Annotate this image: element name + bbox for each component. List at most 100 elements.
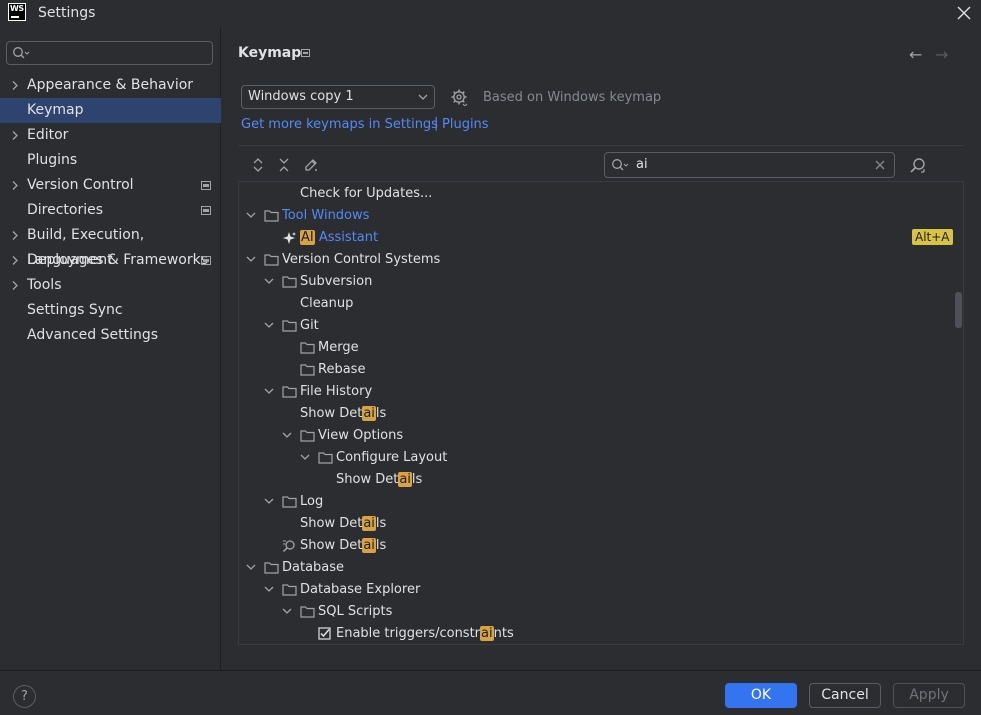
chevron-right-icon[interactable] — [10, 80, 20, 91]
cancel-button[interactable]: Cancel — [809, 683, 881, 708]
tree-row[interactable]: Merge — [239, 337, 963, 359]
tree-row-label: Tool Windows — [282, 208, 370, 223]
tree-row[interactable]: Show Details — [239, 469, 963, 491]
settings-sidebar: Appearance & Behavior Keymap Editor Plugins… — [0, 27, 221, 670]
chevron-down-icon[interactable] — [264, 584, 274, 594]
sidebar-item-settings-sync[interactable]: Settings Sync — [0, 298, 221, 323]
folder-icon — [264, 210, 279, 222]
folder-icon — [300, 606, 315, 618]
chevron-down-icon[interactable] — [264, 276, 274, 286]
search-match-highlight: ai — [362, 516, 376, 531]
checkbox-icon[interactable] — [318, 627, 331, 640]
tree-row-label: Cleanup — [300, 296, 354, 311]
tree-row[interactable]: Version Control Systems — [239, 249, 963, 271]
tree-row-label: AI Assistant — [300, 230, 379, 245]
ok-button[interactable]: OK — [725, 683, 797, 708]
tree-row[interactable]: Enable triggers/constraints — [239, 623, 963, 644]
sidebar-item-editor[interactable]: Editor — [0, 123, 221, 148]
sidebar-item-label: Version Control — [27, 177, 134, 193]
search-icon — [13, 47, 30, 59]
tree-row[interactable]: View Options — [239, 425, 963, 447]
tree-row[interactable]: Git — [239, 315, 963, 337]
clear-filter-icon[interactable] — [875, 160, 885, 170]
help-button[interactable]: ? — [13, 685, 36, 708]
chevron-right-icon[interactable] — [10, 255, 20, 266]
tree-row[interactable]: Cleanup — [239, 293, 963, 315]
keymap-select-value: Windows copy 1 — [248, 89, 354, 104]
chevron-down-icon[interactable] — [264, 320, 274, 330]
search-match-highlight: AI — [300, 230, 315, 245]
project-scope-icon — [301, 49, 310, 57]
chevron-down-icon[interactable] — [246, 210, 256, 220]
search-match-highlight: ai — [362, 538, 376, 553]
chevron-right-icon[interactable] — [10, 230, 20, 241]
sidebar-item-languages-frameworks[interactable]: Languages & Frameworks — [0, 248, 221, 273]
tree-row[interactable]: AI Assistant Alt+A — [239, 227, 963, 249]
keymap-select[interactable]: Windows copy 1 — [241, 85, 435, 109]
chevron-right-icon[interactable] — [10, 130, 20, 141]
chevron-down-icon — [418, 94, 428, 100]
chevron-down-icon[interactable] — [300, 452, 310, 462]
edit-pencil-icon[interactable] — [303, 157, 319, 173]
sidebar-item-keymap[interactable]: Keymap — [0, 98, 221, 123]
sidebar-item-appearance-behavior[interactable]: Appearance & Behavior — [0, 73, 221, 98]
tree-scrollbar[interactable] — [955, 292, 962, 328]
sidebar-item-plugins[interactable]: Plugins — [0, 148, 221, 173]
tree-row[interactable]: Configure Layout — [239, 447, 963, 469]
chevron-right-icon[interactable] — [10, 180, 20, 191]
tree-row[interactable]: File History — [239, 381, 963, 403]
tree-row[interactable]: Subversion — [239, 271, 963, 293]
apply-button[interactable]: Apply — [893, 683, 965, 708]
folder-icon — [264, 254, 279, 266]
chevron-right-icon[interactable] — [10, 280, 20, 291]
tree-row[interactable]: Database — [239, 557, 963, 579]
tree-row-label: Enable triggers/constraints — [336, 626, 514, 641]
tree-row-label: File History — [300, 384, 373, 399]
chevron-down-icon[interactable] — [246, 254, 256, 264]
sidebar-item-advanced-settings[interactable]: Advanced Settings — [0, 323, 221, 348]
page-title: Keymap — [238, 45, 302, 61]
keymap-filter-input[interactable]: ai — [604, 152, 895, 178]
tree-row[interactable]: Show Details — [239, 513, 963, 535]
chevron-down-icon[interactable] — [282, 430, 292, 440]
chevron-down-icon[interactable] — [264, 496, 274, 506]
sidebar-item-label: Languages & Frameworks — [27, 252, 208, 268]
tree-row[interactable]: Rebase — [239, 359, 963, 381]
chevron-down-icon[interactable] — [264, 386, 274, 396]
divider — [238, 145, 964, 146]
back-arrow-icon[interactable]: ← — [909, 45, 922, 64]
collapse-all-icon[interactable] — [276, 157, 292, 173]
sidebar-search-input[interactable] — [6, 41, 213, 65]
search-document-icon — [282, 540, 295, 553]
expand-all-icon[interactable] — [250, 157, 266, 173]
tree-row[interactable]: Show Details — [239, 403, 963, 425]
sidebar-item-tools[interactable]: Tools — [0, 273, 221, 298]
sidebar-item-label: Editor — [27, 127, 69, 143]
plugins-link[interactable]: Plugins — [442, 117, 489, 132]
tree-row[interactable]: Tool Windows — [239, 205, 963, 227]
gear-icon[interactable] — [450, 88, 468, 106]
link-separator: | — [434, 116, 439, 131]
sidebar-item-version-control[interactable]: Version Control — [0, 173, 221, 198]
get-more-keymaps-link[interactable]: Get more keymaps in Settings — [241, 117, 438, 132]
tree-row[interactable]: SQL Scripts — [239, 601, 963, 623]
tree-row[interactable]: Log — [239, 491, 963, 513]
find-by-shortcut-icon[interactable] — [909, 157, 927, 175]
sidebar-item-label: Settings Sync — [27, 302, 123, 318]
tree-row[interactable]: Check for Updates... — [239, 183, 963, 205]
title-bar: WS Settings — [0, 0, 981, 27]
keymap-actions-tree[interactable]: Check for Updates... Tool Windows AI Assis… — [238, 181, 964, 645]
tree-row[interactable]: Show Details — [239, 535, 963, 557]
sidebar-item-build-execution-deployment[interactable]: Build, Execution, Deployment — [0, 223, 221, 268]
search-icon — [612, 159, 629, 171]
close-icon[interactable] — [954, 3, 974, 23]
chevron-down-icon[interactable] — [282, 606, 292, 616]
window-title: Settings — [38, 5, 96, 21]
tree-row-label: Subversion — [300, 274, 373, 289]
chevron-down-icon[interactable] — [246, 562, 256, 572]
forward-arrow-icon[interactable]: → — [935, 45, 948, 64]
sidebar-item-label: Directories — [27, 202, 104, 218]
dialog-footer: ? OK Cancel Apply — [0, 670, 981, 715]
tree-row[interactable]: Database Explorer — [239, 579, 963, 601]
sidebar-item-directories[interactable]: Directories — [0, 198, 221, 223]
